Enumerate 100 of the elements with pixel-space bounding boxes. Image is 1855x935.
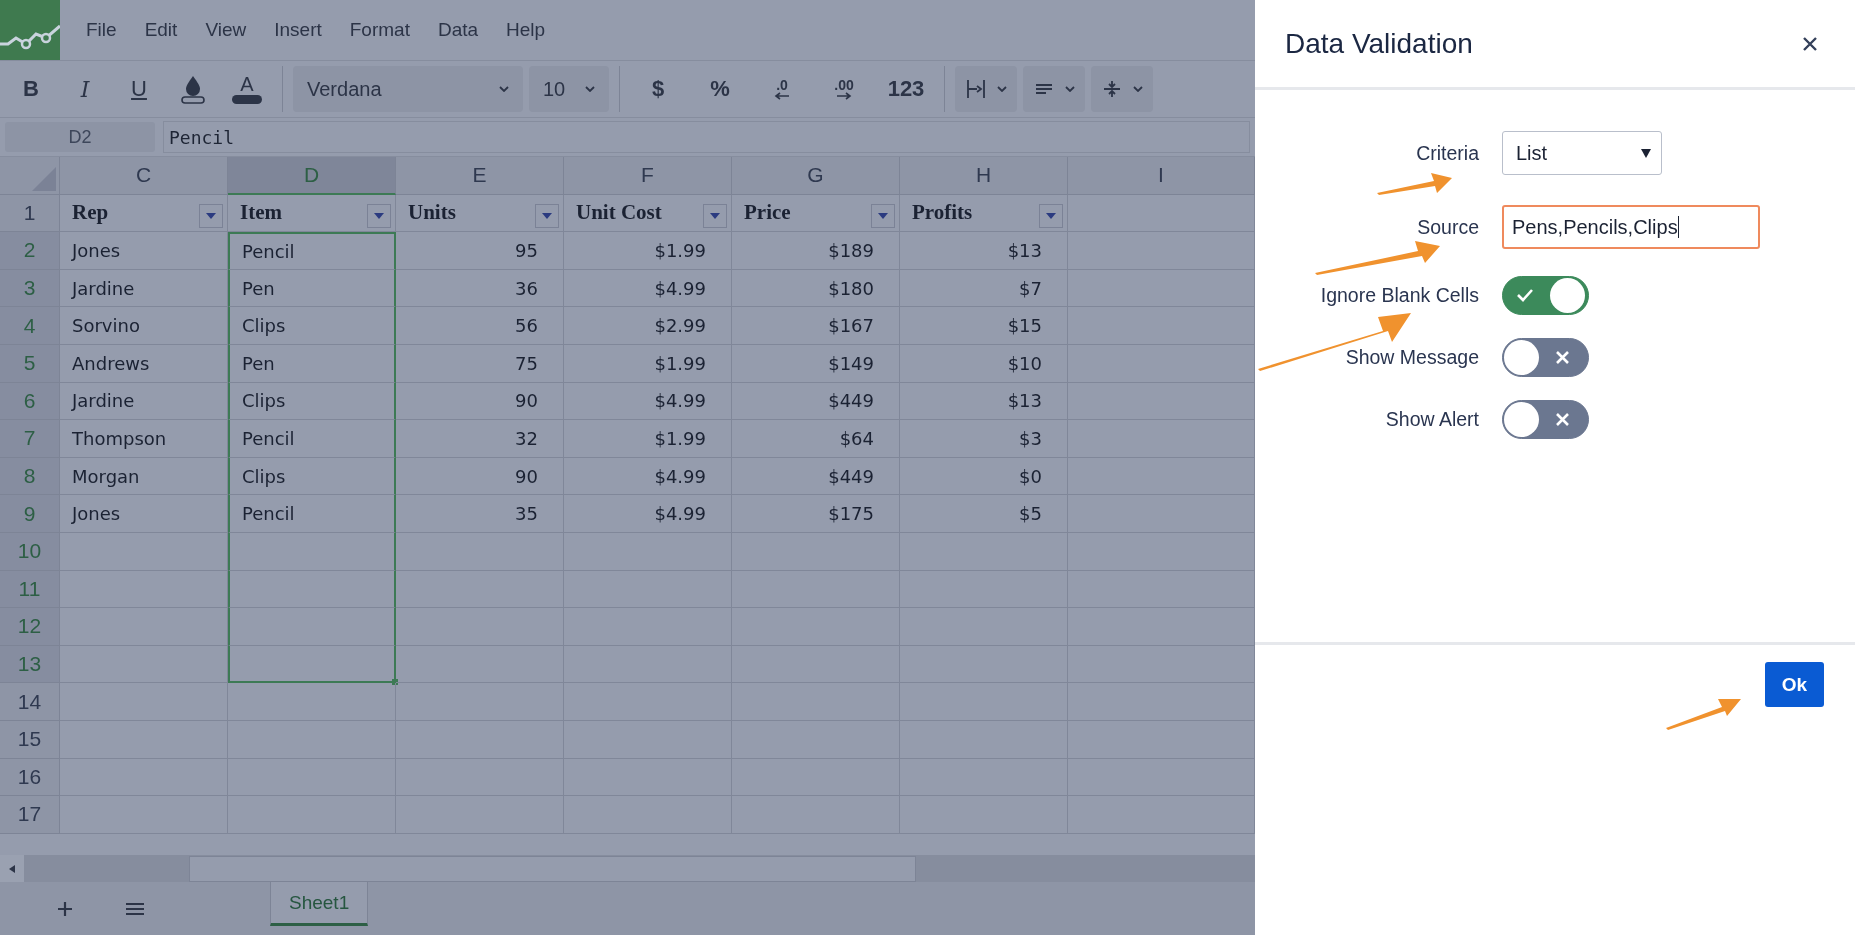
- caret-icon: [499, 86, 509, 92]
- font-size-dropdown[interactable]: 10: [529, 66, 609, 112]
- increase-decimal-button[interactable]: .00: [816, 66, 872, 112]
- table-cell: $0: [900, 457, 1068, 496]
- table-cell: Jardine: [60, 269, 228, 308]
- table-cell: Pen: [228, 269, 396, 308]
- filter-button[interactable]: [703, 203, 727, 228]
- row-header[interactable]: 11: [0, 570, 60, 609]
- table-cell: Andrews: [60, 344, 228, 383]
- row-header[interactable]: 13: [0, 645, 60, 684]
- table-cell: 90: [396, 382, 564, 421]
- row-header[interactable]: 1: [0, 194, 60, 233]
- ok-button[interactable]: Ok: [1765, 662, 1824, 707]
- header-text: Unit Cost: [576, 200, 662, 226]
- down-triangle-icon: [542, 212, 552, 219]
- menu-item[interactable]: View: [193, 13, 259, 47]
- row-header[interactable]: 16: [0, 758, 60, 797]
- column-header[interactable]: H: [900, 157, 1068, 195]
- borders-icon: [965, 78, 987, 100]
- decrease-decimal-button[interactable]: .0: [754, 66, 810, 112]
- table-cell: $7: [900, 269, 1068, 308]
- scrollbar-thumb[interactable]: [189, 855, 916, 882]
- row-header[interactable]: 14: [0, 683, 60, 721]
- source-field[interactable]: Pens,Pencils,Clips: [1502, 205, 1760, 249]
- table-cell: $15: [900, 307, 1068, 345]
- sheet-tab[interactable]: Sheet1: [270, 882, 369, 926]
- table-cell: Pen: [228, 344, 396, 383]
- table-cell: $189: [732, 232, 900, 270]
- row-header[interactable]: 7: [0, 420, 60, 458]
- header-text: Profits: [912, 200, 973, 226]
- caret-icon: [1133, 86, 1143, 92]
- header-text: Price: [744, 200, 791, 226]
- format-button[interactable]: 123: [878, 66, 934, 112]
- table-cell: Pencil: [228, 420, 396, 458]
- column-header[interactable]: D: [228, 157, 396, 195]
- filter-button[interactable]: [871, 203, 895, 228]
- toggle-switch[interactable]: [1502, 399, 1589, 439]
- menu-item[interactable]: Data: [425, 13, 491, 47]
- table-cell: $149: [732, 344, 900, 383]
- row-header[interactable]: 15: [0, 720, 60, 759]
- column-header[interactable]: E: [396, 157, 564, 195]
- table-cell: Jones: [60, 495, 228, 533]
- menu-item[interactable]: Insert: [262, 13, 334, 47]
- format-button[interactable]: %: [692, 66, 748, 112]
- cell-name-box[interactable]: D2: [5, 122, 155, 152]
- scroll-left-button[interactable]: [0, 855, 24, 882]
- menu-item[interactable]: Format: [337, 13, 422, 47]
- menu-item[interactable]: File: [74, 13, 129, 47]
- font-dropdown[interactable]: Verdana: [293, 66, 523, 112]
- row-header[interactable]: 17: [0, 796, 60, 834]
- column-header[interactable]: F: [564, 157, 732, 195]
- toggle-switch[interactable]: [1502, 275, 1589, 315]
- criteria-dropdown[interactable]: List: [1502, 131, 1662, 175]
- row-header[interactable]: 2: [0, 232, 60, 270]
- table-cell: Jardine: [60, 382, 228, 421]
- table-cell: $3: [900, 420, 1068, 458]
- filter-button[interactable]: [199, 203, 223, 228]
- dropdown-button[interactable]: [955, 66, 1017, 112]
- down-triangle-icon: [710, 212, 720, 219]
- field-label: Ignore Blank Cells: [1319, 283, 1479, 307]
- row-header[interactable]: 9: [0, 495, 60, 533]
- down-triangle-icon: [1641, 148, 1651, 158]
- header-text: Rep: [72, 200, 109, 226]
- menu-item[interactable]: Edit: [132, 13, 190, 47]
- row-header[interactable]: 6: [0, 382, 60, 421]
- row-header[interactable]: 5: [0, 344, 60, 383]
- down-triangle-icon: [878, 212, 888, 219]
- format-button[interactable]: $: [630, 66, 686, 112]
- down-triangle-icon: [206, 212, 216, 219]
- dropdown-button[interactable]: [1091, 66, 1153, 112]
- table-cell: $4.99: [564, 269, 732, 308]
- table-cell: Thompson: [60, 420, 228, 458]
- caret-icon: [997, 86, 1007, 92]
- bold-button[interactable]: B: [6, 66, 56, 112]
- table-cell: $5: [900, 495, 1068, 533]
- field-label: Source: [1416, 215, 1479, 239]
- italic-button[interactable]: I: [60, 66, 110, 112]
- menu-item[interactable]: Help: [494, 13, 558, 47]
- row-header[interactable]: 4: [0, 307, 60, 345]
- fill-handle[interactable]: [392, 679, 398, 686]
- row-header[interactable]: 8: [0, 457, 60, 496]
- filter-button[interactable]: [535, 203, 559, 228]
- row-header[interactable]: 3: [0, 269, 60, 308]
- dropdown-button[interactable]: [1023, 66, 1085, 112]
- table-cell: $449: [732, 457, 900, 496]
- column-header[interactable]: I: [1068, 157, 1255, 195]
- toggle-switch[interactable]: [1502, 337, 1589, 377]
- formula-field[interactable]: Pencil: [163, 121, 1250, 153]
- table-cell: Morgan: [60, 457, 228, 496]
- table-cell: $10: [900, 344, 1068, 383]
- table-cell: $4.99: [564, 457, 732, 496]
- table-cell: Pencil: [228, 232, 396, 270]
- row-header[interactable]: 10: [0, 532, 60, 571]
- underline-button[interactable]: U: [114, 66, 164, 112]
- row-header[interactable]: 12: [0, 608, 60, 646]
- text-color-button[interactable]: A: [222, 66, 272, 112]
- filter-button[interactable]: [367, 203, 391, 228]
- filter-button[interactable]: [1039, 203, 1063, 228]
- column-header[interactable]: C: [60, 157, 228, 195]
- column-header[interactable]: G: [732, 157, 900, 195]
